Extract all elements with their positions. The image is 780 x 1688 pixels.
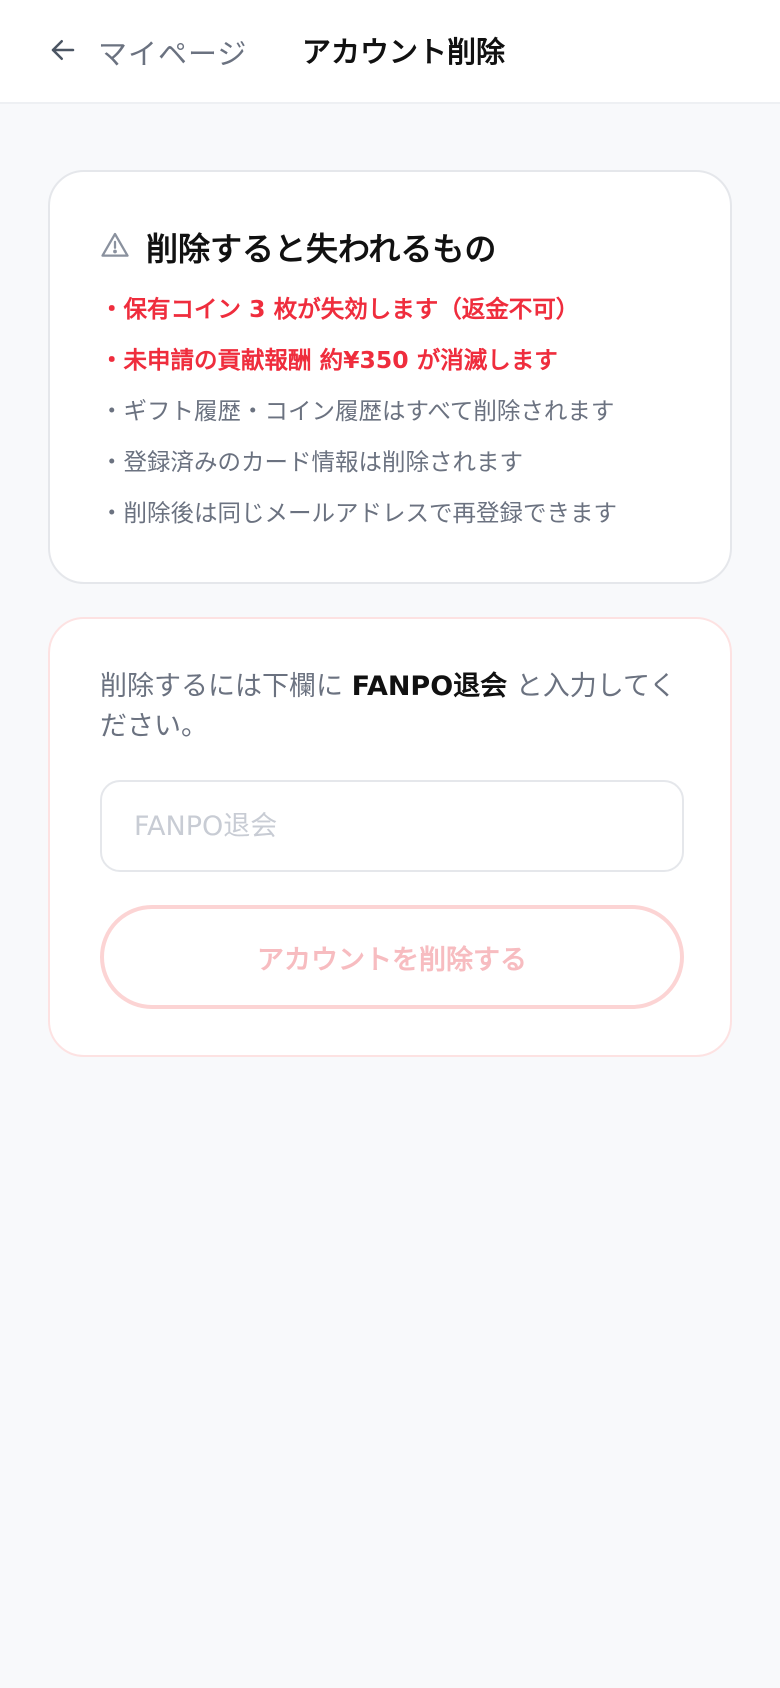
- warning-card: 削除すると失われるもの ・保有コイン 3 枚が失効します（返金不可） ・未申請の貢…: [48, 170, 732, 584]
- confirm-keyword: FANPO退会: [351, 671, 508, 702]
- back-label: マイページ: [98, 37, 248, 71]
- delete-account-button[interactable]: アカウントを削除する: [100, 905, 684, 1009]
- warning-heading: 削除すると失われるもの: [100, 224, 496, 270]
- loss-list-item: ・未申請の貢献報酬 約¥350 が消滅します: [100, 346, 558, 374]
- loss-list: ・保有コイン 3 枚が失効します（返金不可） ・未申請の貢献報酬 約¥350 が消…: [100, 290, 617, 545]
- back-button[interactable]: マイページ: [48, 30, 247, 74]
- app-header: マイページ アカウント削除: [0, 0, 780, 104]
- instruction-text-before: 削除するには下欄に: [100, 671, 352, 702]
- loss-list-item: ・保有コイン 3 枚が失効します（返金不可）: [100, 295, 580, 323]
- loss-list-item: ・登録済みのカード情報は削除されます: [100, 448, 523, 476]
- confirm-instruction: 削除するには下欄に FANPO退会 と入力してください。: [100, 667, 690, 747]
- page-title: アカウント削除: [302, 35, 506, 69]
- confirm-card: 削除するには下欄に FANPO退会 と入力してください。 アカウントを削除する: [48, 617, 732, 1057]
- warning-title: 削除すると失われるもの: [146, 230, 497, 268]
- arrow-left-icon: [48, 35, 78, 69]
- warning-triangle-icon: [100, 230, 130, 264]
- loss-list-item: ・削除後は同じメールアドレスで再登録できます: [100, 499, 617, 527]
- loss-list-item: ・ギフト履歴・コイン履歴はすべて削除されます: [100, 397, 615, 425]
- confirm-input[interactable]: [100, 780, 684, 872]
